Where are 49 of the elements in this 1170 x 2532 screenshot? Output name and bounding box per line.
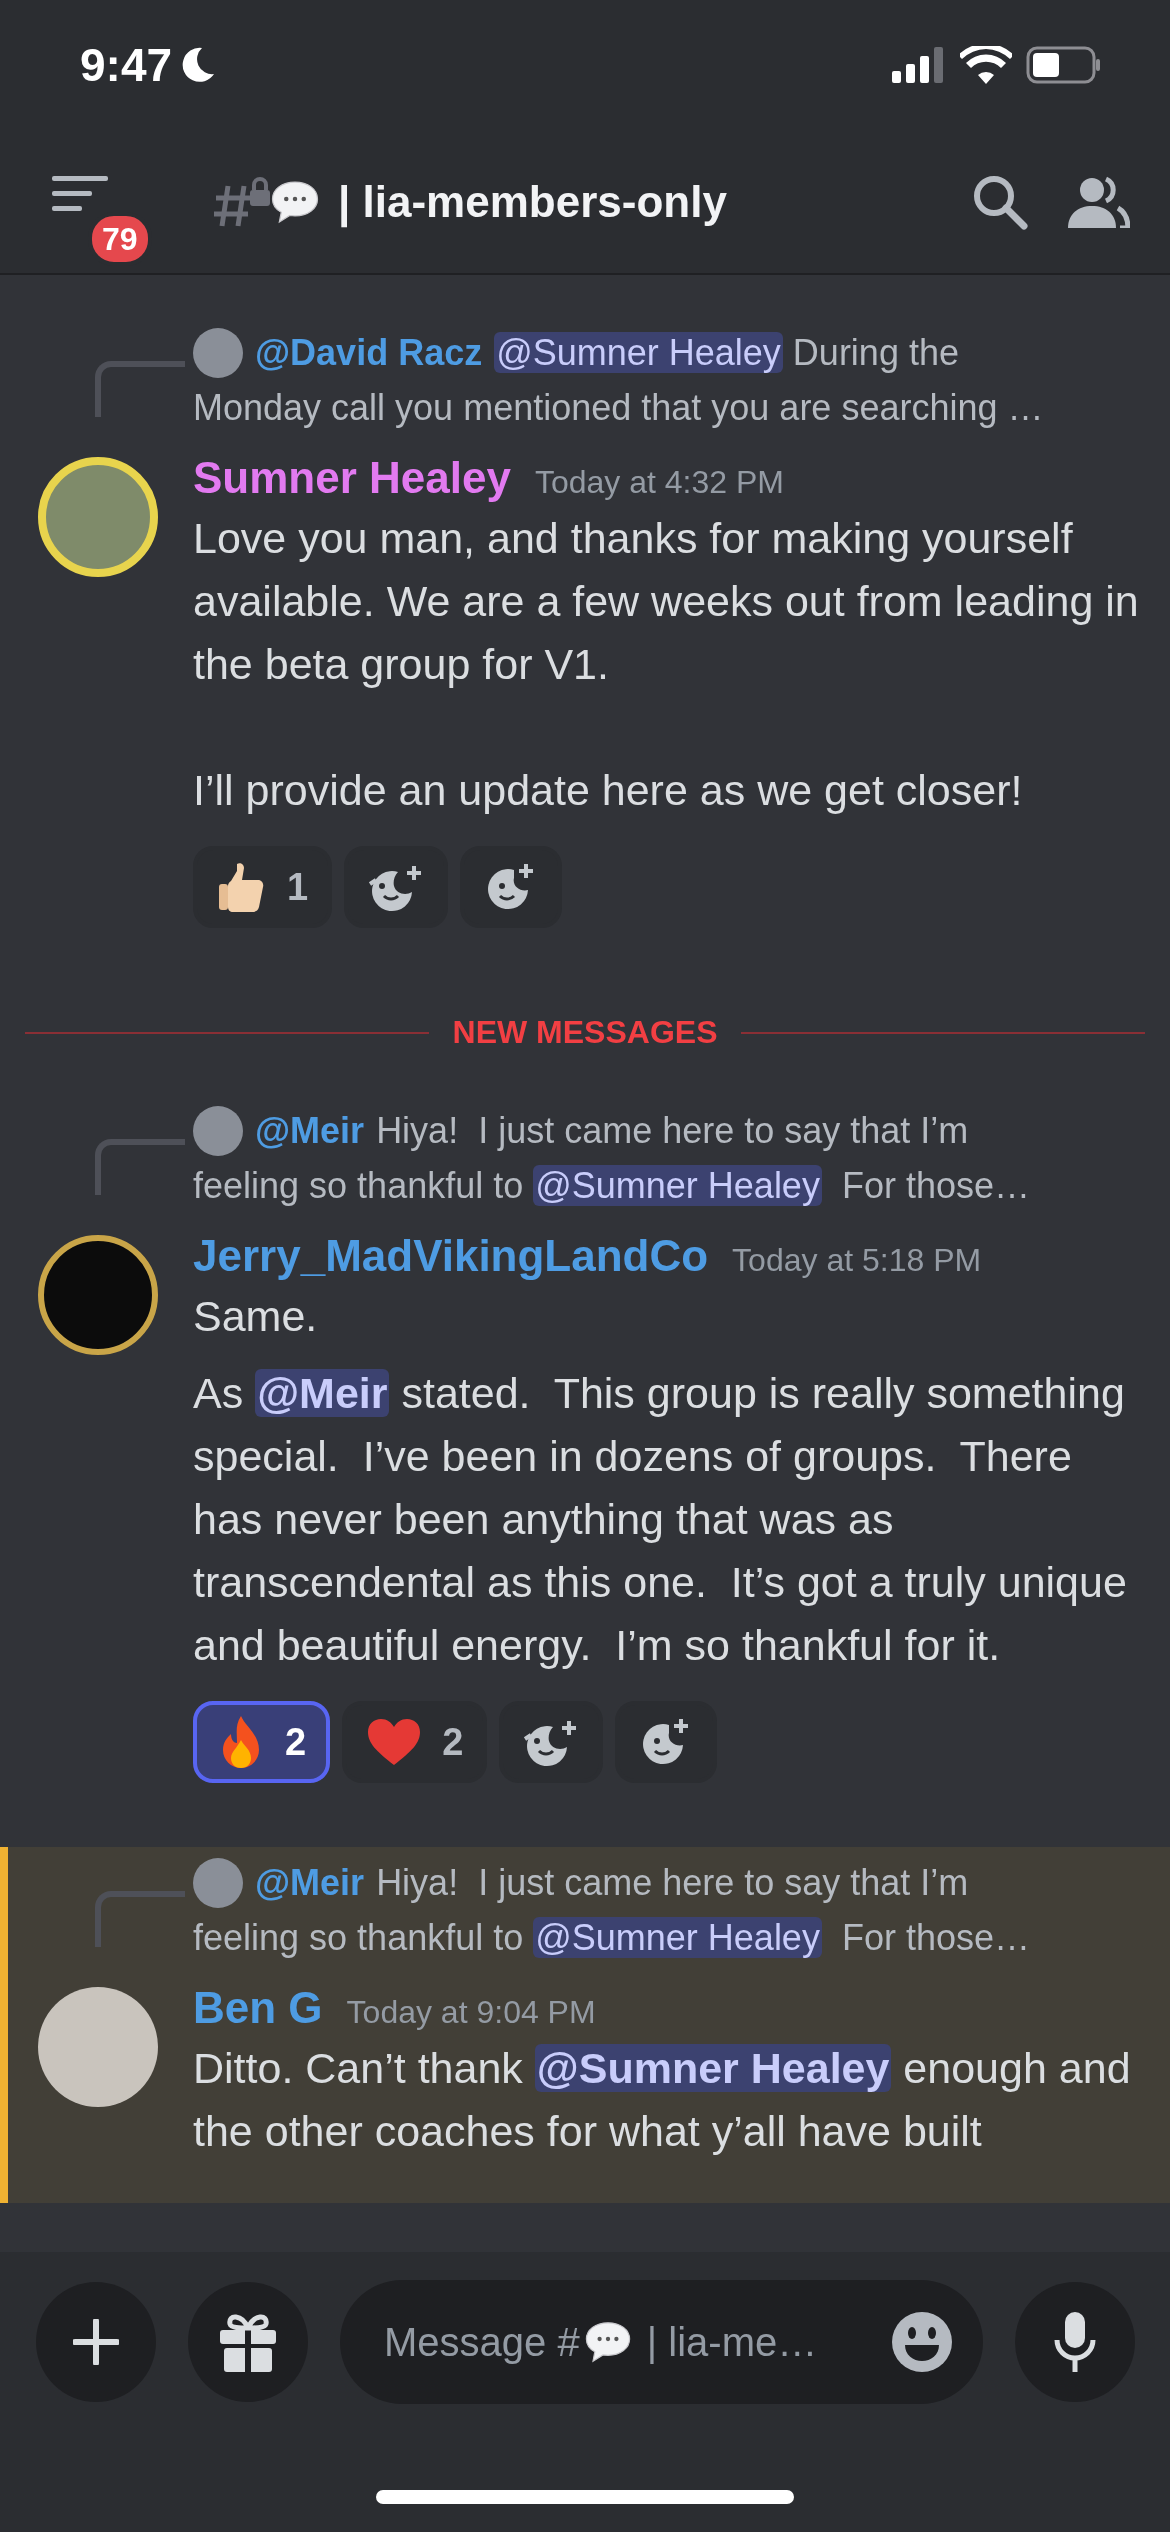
heart-icon <box>366 1717 423 1767</box>
reply-text[interactable]: Hiya! I just came here to say that I’m <box>376 1103 969 1158</box>
message-text: Ditto. Can’t thank @Sumner Healey enough and the other coaches for what y’all have built <box>193 2043 1132 2157</box>
reply-author[interactable]: @David Racz <box>255 325 483 380</box>
search-button[interactable] <box>972 173 1028 230</box>
message-input-field[interactable]: Message # | lia-me… <box>340 2280 983 2404</box>
locked-channel-icon <box>214 175 270 228</box>
reply-avatar-placeholder <box>193 1857 243 1908</box>
reaction-button[interactable]: 2 <box>193 1701 331 1783</box>
author-name[interactable]: Sumner Healey <box>193 453 511 503</box>
channel-name: | lia-members-only <box>338 176 728 227</box>
message-text: Love you man, and thanks for making yourself available. We are a few weeks out from leading in the beta group for V1. I’ll provide an update here as we get closer! <box>193 513 1140 816</box>
message-timestamp: Today at 4:32 PM <box>534 464 784 501</box>
super-reaction-button[interactable] <box>344 846 449 928</box>
signal-icon <box>892 47 946 83</box>
members-icon <box>1068 175 1130 228</box>
author-name[interactable]: Jerry_MadVikingLandCo <box>193 1231 709 1281</box>
reply-author[interactable]: @Meir <box>255 1855 365 1910</box>
reply-text[interactable]: Monday call you mentioned that you are searching … <box>193 380 1044 435</box>
reply-avatar-placeholder <box>193 327 243 378</box>
microphone-icon <box>1053 2310 1097 2374</box>
reply-text[interactable]: feeling so thankful to @Sumner Healey For those… <box>193 1158 1030 1213</box>
add-reaction-button[interactable] <box>615 1701 718 1783</box>
reply-text[interactable]: feeling so thankful to @Sumner Healey For those… <box>193 1910 1030 1965</box>
reply-avatar-placeholder <box>193 1105 243 1156</box>
new-messages-divider-label: NEW MESSAGES <box>452 1014 718 1051</box>
message-timestamp: Today at 9:04 PM <box>346 1994 596 2031</box>
add-reaction-button[interactable] <box>460 846 563 928</box>
speech-bubble-icon <box>270 178 320 225</box>
wifi-icon <box>960 46 1012 84</box>
speech-bubble-icon <box>583 2320 632 2364</box>
reaction-button[interactable]: 2 <box>342 1701 488 1783</box>
reply-text[interactable]: Hiya! I just came here to say that I’m <box>376 1855 969 1910</box>
smiley-icon <box>891 2311 953 2373</box>
author-name[interactable]: Ben G <box>193 1983 323 2033</box>
moon-icon <box>180 46 217 84</box>
plus-icon <box>73 2319 119 2365</box>
reaction-button[interactable]: 1 <box>193 846 333 928</box>
reply-text[interactable]: @Sumner Healey During the <box>494 325 959 380</box>
emoji-button[interactable] <box>891 2311 953 2373</box>
members-button[interactable] <box>1068 175 1130 228</box>
message-text: Same. <box>193 1291 319 1342</box>
message-text: As @Meir stated. This group is really something special. I’ve been in dozens of groups. There has never been anything that was as transcendental as this one. It’s got a truly unique and beautiful energy. I’m so thankful for it. <box>193 1368 1128 1671</box>
battery-icon <box>1026 46 1102 84</box>
reply-author[interactable]: @Meir <box>255 1103 365 1158</box>
message-timestamp: Today at 5:18 PM <box>732 1242 982 1279</box>
super-reaction-button[interactable] <box>499 1701 604 1783</box>
status-time: 9:47 <box>80 38 217 92</box>
search-icon <box>972 173 1028 230</box>
